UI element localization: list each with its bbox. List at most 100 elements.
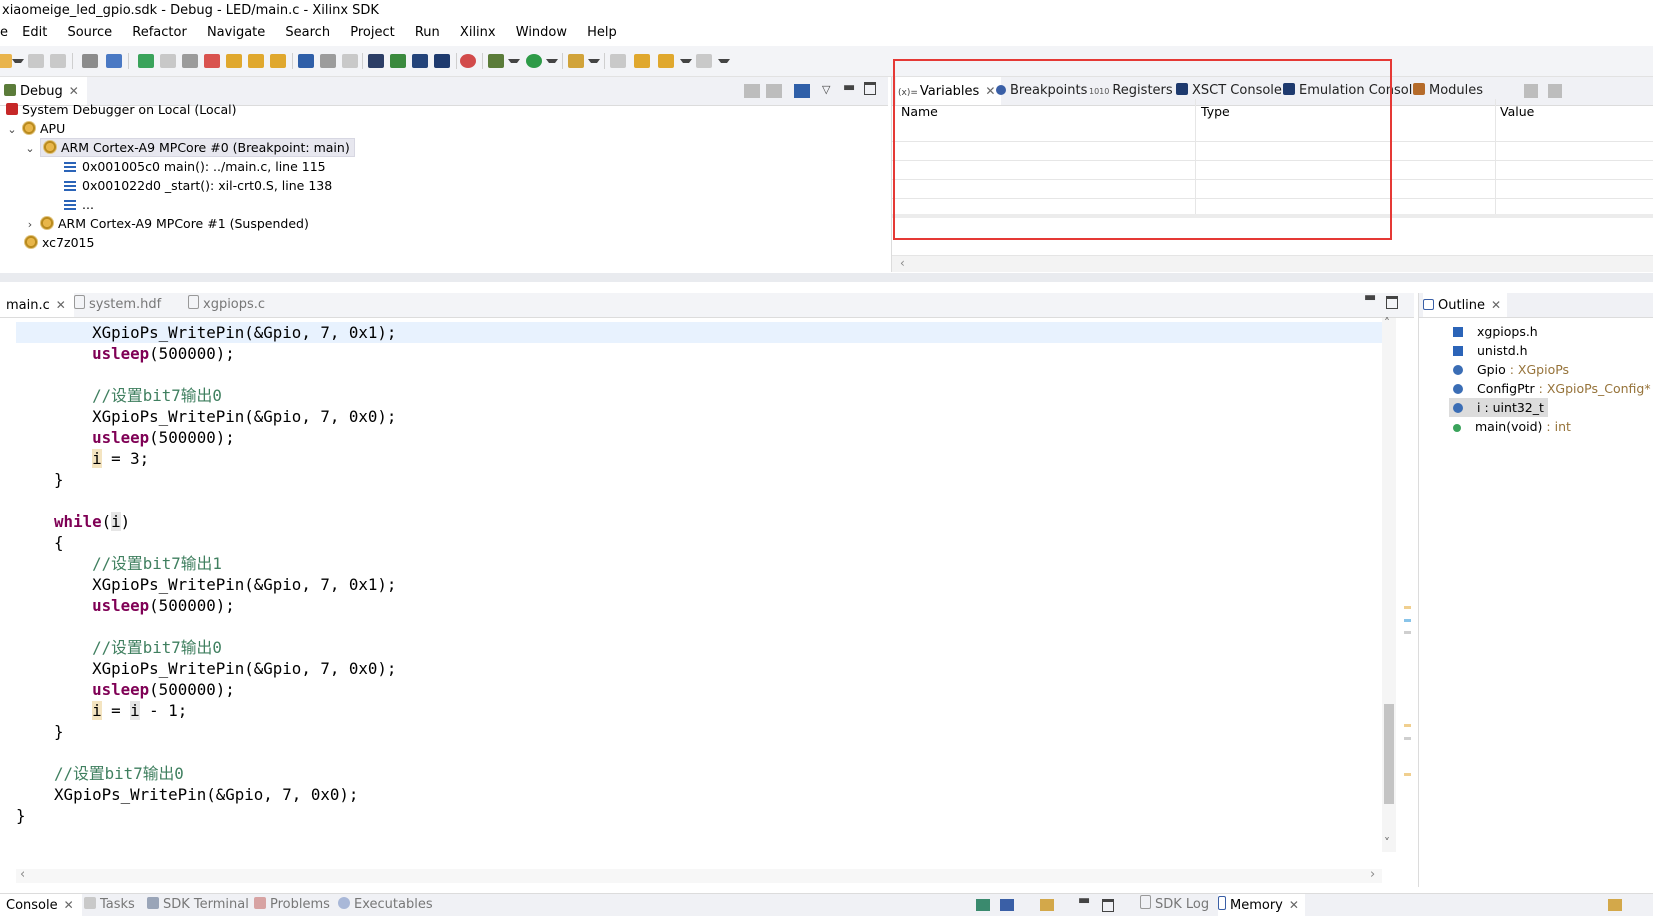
column-header-value[interactable]: Value xyxy=(1500,104,1534,119)
code-line-6[interactable]: usleep(500000); xyxy=(16,427,235,448)
tab-system-hdf[interactable]: system.hdf xyxy=(74,293,161,317)
stack-frame-start[interactable]: 0x001022d0 _start(): xil-crt0.S, line 13… xyxy=(64,176,332,196)
vertical-scrollbar[interactable]: ˄ ˅ xyxy=(1382,316,1396,852)
tab-memory[interactable]: Memory ✕ xyxy=(1218,894,1305,916)
program-flash-icon[interactable] xyxy=(412,54,428,68)
outline-item-configptr[interactable]: ConfigPtr : XGpioPs_Config* xyxy=(1453,379,1651,398)
chevron-down-icon[interactable]: ⌄ xyxy=(6,120,18,140)
stack-frame-more[interactable]: ... xyxy=(64,195,94,215)
code-line-11[interactable]: { xyxy=(16,532,64,553)
menu-source[interactable]: Source xyxy=(67,22,112,44)
tree-item-core1[interactable]: › ARM Cortex-A9 MPCore #1 (Suspended) xyxy=(24,214,309,234)
minimize-icon[interactable]: ▬ xyxy=(1364,290,1376,305)
terminate-icon[interactable] xyxy=(182,54,198,68)
last-edit-icon[interactable] xyxy=(634,54,650,68)
tab-console[interactable]: Console ✕ xyxy=(0,894,82,916)
view-menu-icon[interactable]: ▽ xyxy=(822,83,830,96)
display-console-icon[interactable] xyxy=(1000,899,1014,911)
scroll-thumb[interactable] xyxy=(1384,704,1394,804)
external-tools-icon[interactable] xyxy=(568,54,584,68)
code-line-20[interactable]: } xyxy=(16,721,64,742)
outline-item-xgpiops-h[interactable]: xgpiops.h xyxy=(1453,322,1538,341)
chevron-left-icon[interactable]: ‹ xyxy=(20,867,25,882)
tree-item-system-debugger[interactable]: System Debugger on Local (Local) xyxy=(6,100,237,120)
skip-breakpoints-icon[interactable] xyxy=(106,54,122,68)
external-tools-dropdown-icon[interactable] xyxy=(588,59,600,67)
code-line-24[interactable]: } xyxy=(16,805,26,826)
tab-sdk-terminal[interactable]: SDK Terminal xyxy=(147,894,249,916)
remove-terminated-icon[interactable] xyxy=(744,84,760,98)
close-icon[interactable]: ✕ xyxy=(56,293,66,317)
maximize-icon[interactable] xyxy=(1102,899,1114,912)
outline-item-main[interactable]: main(void) : int xyxy=(1453,417,1571,436)
menu-window[interactable]: Window xyxy=(516,22,567,44)
menu-project[interactable]: Project xyxy=(350,22,394,44)
minimize-icon[interactable]: ▬ xyxy=(843,80,855,95)
program-fpga-icon[interactable] xyxy=(390,54,406,68)
code-line-18[interactable]: usleep(500000); xyxy=(16,679,235,700)
binary-icon[interactable] xyxy=(82,54,98,68)
menu-help[interactable]: Help xyxy=(587,22,617,44)
use-step-filters-icon[interactable] xyxy=(342,54,358,68)
instruction-step-icon[interactable] xyxy=(298,54,314,68)
code-line-10[interactable]: while(i) xyxy=(16,511,130,532)
menu-file[interactable]: e xyxy=(0,22,8,44)
forward-dropdown-icon[interactable] xyxy=(718,59,730,67)
save-icon[interactable] xyxy=(28,54,44,68)
code-line-19[interactable]: i = i - 1; xyxy=(16,700,187,721)
stack-frame-main[interactable]: 0x001005c0 main(): ../main.c, line 115 xyxy=(64,157,326,177)
code-line-23[interactable]: XGpioPs_WritePin(&Gpio, 7, 0x0); xyxy=(16,784,358,805)
layout-icon[interactable] xyxy=(1548,84,1562,98)
code-line-2[interactable]: usleep(500000); xyxy=(16,343,235,364)
maximize-icon[interactable] xyxy=(1386,296,1398,309)
code-line-5[interactable]: XGpioPs_WritePin(&Gpio, 7, 0x0); xyxy=(16,406,396,427)
step-into-icon[interactable] xyxy=(226,54,242,68)
step-over-icon[interactable] xyxy=(248,54,264,68)
collapse-all-icon[interactable] xyxy=(1524,84,1538,98)
sash[interactable] xyxy=(0,273,1653,282)
editor-horizontal-scrollbar[interactable]: ‹ › xyxy=(16,867,1382,883)
tab-outline[interactable]: Outline ✕ xyxy=(1423,293,1508,317)
menu-refactor[interactable]: Refactor xyxy=(132,22,187,44)
tab-tasks[interactable]: Tasks xyxy=(84,894,135,916)
chevron-left-icon[interactable]: ‹ xyxy=(900,256,905,270)
debug-icon[interactable] xyxy=(488,54,504,68)
chevron-down-icon[interactable]: ˅ xyxy=(1384,836,1390,850)
code-line-13[interactable]: XGpioPs_WritePin(&Gpio, 7, 0x1); xyxy=(16,574,396,595)
annotation-icon[interactable] xyxy=(610,54,626,68)
run-dropdown-icon[interactable] xyxy=(546,59,558,67)
menu-edit[interactable]: Edit xyxy=(22,22,47,44)
chevron-down-icon[interactable]: ⌄ xyxy=(24,139,36,159)
chevron-right-icon[interactable]: › xyxy=(1370,867,1375,882)
xsct-icon[interactable] xyxy=(368,54,384,68)
code-line-22[interactable]: //设置bit7输出0 xyxy=(16,763,184,784)
pin-console-icon[interactable] xyxy=(976,899,990,911)
back-icon[interactable] xyxy=(658,54,674,68)
tab-main-c[interactable]: main.c ✕ xyxy=(0,293,74,317)
instruction-stepping-icon[interactable] xyxy=(794,84,810,98)
step-return-icon[interactable] xyxy=(270,54,286,68)
refresh-target-icon[interactable] xyxy=(460,54,476,68)
code-line-8[interactable]: } xyxy=(16,469,64,490)
new-icon[interactable] xyxy=(0,54,12,68)
tab-xgpiops-c[interactable]: xgpiops.c xyxy=(188,293,265,317)
close-icon[interactable]: ✕ xyxy=(64,894,74,916)
chevron-right-icon[interactable]: › xyxy=(24,215,36,235)
run-icon[interactable] xyxy=(526,54,542,68)
new-dropdown-icon[interactable] xyxy=(12,59,24,67)
code-line-1[interactable]: XGpioPs_WritePin(&Gpio, 7, 0x1); xyxy=(16,322,396,343)
code-line-4[interactable]: //设置bit7输出0 xyxy=(16,385,222,406)
remove-all-icon[interactable] xyxy=(766,84,782,98)
terminal-icon[interactable] xyxy=(434,54,450,68)
outline-item-gpio[interactable]: Gpio : XGpioPs xyxy=(1453,360,1569,379)
memory-action-icon[interactable] xyxy=(1608,899,1622,911)
tree-item-apu[interactable]: ⌄ APU xyxy=(6,119,65,139)
suspend-icon[interactable] xyxy=(160,54,176,68)
code-line-7[interactable]: i = 3; xyxy=(16,448,149,469)
maximize-icon[interactable] xyxy=(864,82,876,95)
tree-item-xc7z015[interactable]: xc7z015 xyxy=(24,233,94,253)
code-line-16[interactable]: //设置bit7输出0 xyxy=(16,637,222,658)
debug-dropdown-icon[interactable] xyxy=(508,59,520,67)
forward-icon[interactable] xyxy=(696,54,712,68)
disconnect-icon[interactable] xyxy=(204,54,220,68)
